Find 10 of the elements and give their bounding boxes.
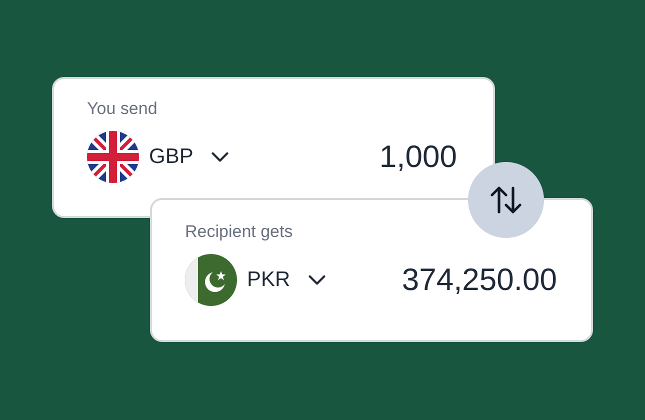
amount-value: 374,250.00: [402, 262, 557, 298]
amount-value: 1,000: [379, 139, 457, 175]
chevron-down-icon: [211, 151, 230, 163]
flag-icon: [87, 131, 139, 183]
field-label: You send: [87, 99, 158, 119]
flag-icon: [185, 254, 237, 306]
currency-selector[interactable]: PKR: [185, 254, 326, 306]
currency-selector[interactable]: GBP: [87, 131, 230, 183]
chevron-down-icon: [308, 274, 326, 286]
field-label: Recipient gets: [185, 222, 294, 242]
